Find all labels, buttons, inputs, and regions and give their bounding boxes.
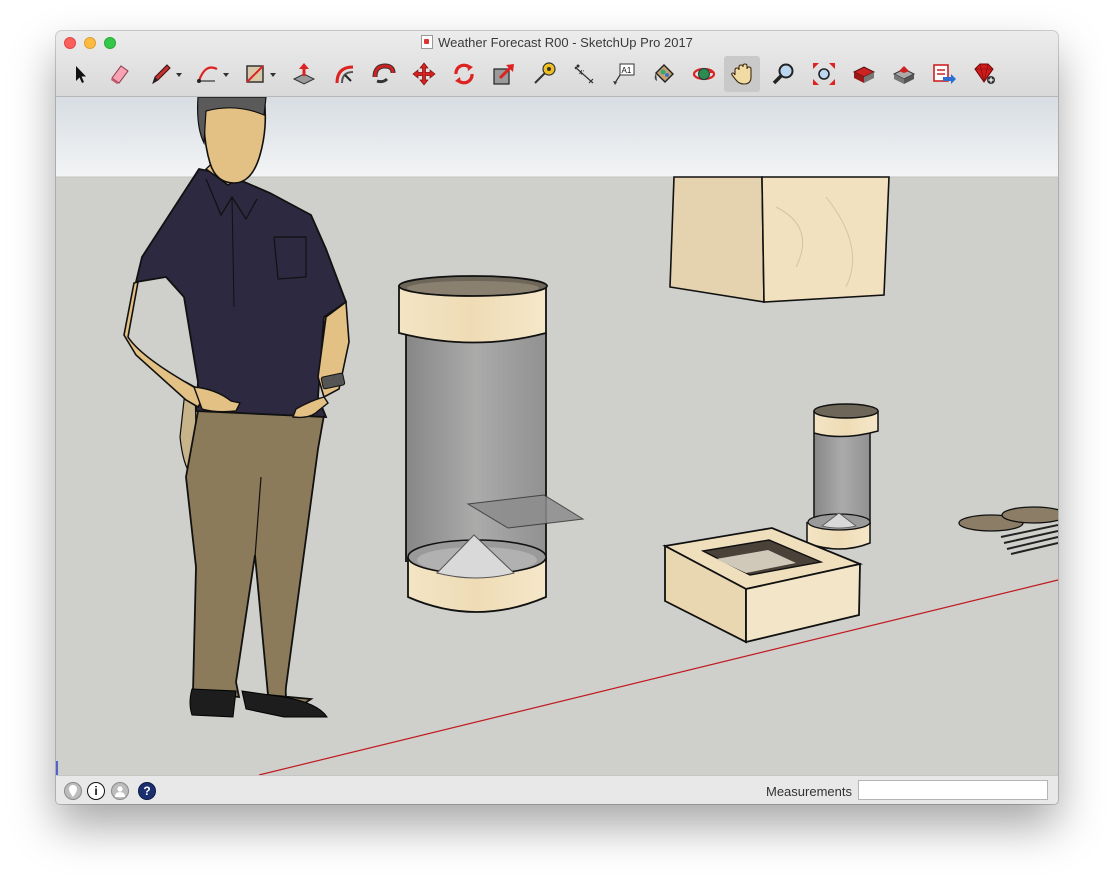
follow-me-tool-button[interactable]: [366, 56, 402, 92]
text-tool-button[interactable]: A1: [606, 56, 642, 92]
geolocation-icon[interactable]: [64, 782, 82, 800]
3d-warehouse-tool-button[interactable]: [846, 56, 882, 92]
move-tool-button[interactable]: [406, 56, 442, 92]
select-arrow-icon: [76, 66, 86, 83]
hanging-plywood-box[interactable]: [669, 176, 890, 303]
small-acrylic-cylinder[interactable]: [806, 403, 879, 550]
paint-bucket-icon: [654, 64, 674, 83]
text-label-icon: A1: [613, 63, 635, 85]
document-icon: [421, 35, 434, 49]
extension-warehouse-icon: [892, 66, 916, 84]
magnifier-icon: [772, 63, 794, 85]
measurements-label: Measurements: [766, 784, 852, 799]
measurements-input[interactable]: [858, 780, 1048, 800]
line-tool-button[interactable]: [143, 56, 182, 92]
modeling-viewport[interactable]: [56, 96, 1058, 776]
window-title: Weather Forecast R00 - SketchUp Pro 2017: [56, 35, 1058, 50]
dimension-icon: 4': [574, 64, 594, 84]
status-bar: i ? Measurements: [56, 775, 1058, 804]
orbit-tool-button[interactable]: [686, 56, 722, 92]
tape-measure-tool-button[interactable]: [526, 56, 562, 92]
zoom-extents-tool-button[interactable]: [806, 56, 842, 92]
eraser-icon: [111, 65, 129, 84]
push-pull-icon: [292, 63, 316, 85]
shape-tool-button[interactable]: [237, 56, 276, 92]
title-bar: Weather Forecast R00 - SketchUp Pro 2017: [56, 31, 1058, 97]
person-silhouette-icon: [115, 786, 125, 797]
select-tool-button[interactable]: [62, 56, 98, 92]
orbit-icon: [692, 67, 716, 81]
extension-manager-tool-button[interactable]: [966, 56, 1002, 92]
offset-tool-button[interactable]: [326, 56, 362, 92]
paint-bucket-tool-button[interactable]: [646, 56, 682, 92]
svg-text:A1: A1: [622, 66, 632, 75]
credits-icon[interactable]: i: [87, 782, 105, 800]
scale-icon: [493, 64, 514, 85]
sketchup-window: Weather Forecast R00 - SketchUp Pro 2017: [56, 31, 1058, 804]
dimension-tool-button[interactable]: 4': [566, 56, 602, 92]
extension-warehouse-tool-button[interactable]: [886, 56, 922, 92]
follow-me-icon: [372, 63, 396, 84]
rotate-icon: [454, 63, 474, 85]
rotate-tool-button[interactable]: [446, 56, 482, 92]
layout-icon: [933, 64, 956, 84]
arc-tool-button[interactable]: [190, 56, 229, 92]
tape-measure-icon: [534, 62, 556, 84]
scene-canvas[interactable]: [56, 96, 1058, 776]
user-icon[interactable]: [111, 782, 129, 800]
large-tool-set-toolbar: 4' A1: [56, 54, 1058, 96]
svg-text:4': 4': [579, 70, 584, 77]
warehouse-icon: [852, 66, 876, 83]
eraser-tool-button[interactable]: [101, 56, 137, 92]
help-icon[interactable]: ?: [138, 782, 156, 800]
pencil-icon: [152, 64, 182, 85]
rectangle-icon: [246, 65, 276, 83]
pan-hand-icon: [731, 63, 752, 85]
push-pull-tool-button[interactable]: [286, 56, 322, 92]
offset-icon: [335, 65, 354, 84]
location-pin-icon: [69, 785, 77, 797]
scale-tool-button[interactable]: [486, 56, 522, 92]
layout-tool-button[interactable]: [926, 56, 962, 92]
pan-tool-button[interactable]: [724, 56, 760, 92]
zoom-tool-button[interactable]: [766, 56, 802, 92]
ruby-gem-icon: [974, 63, 995, 84]
zoom-extents-icon: [813, 63, 835, 85]
move-arrows-icon: [412, 62, 436, 86]
arc-icon: [197, 66, 229, 83]
